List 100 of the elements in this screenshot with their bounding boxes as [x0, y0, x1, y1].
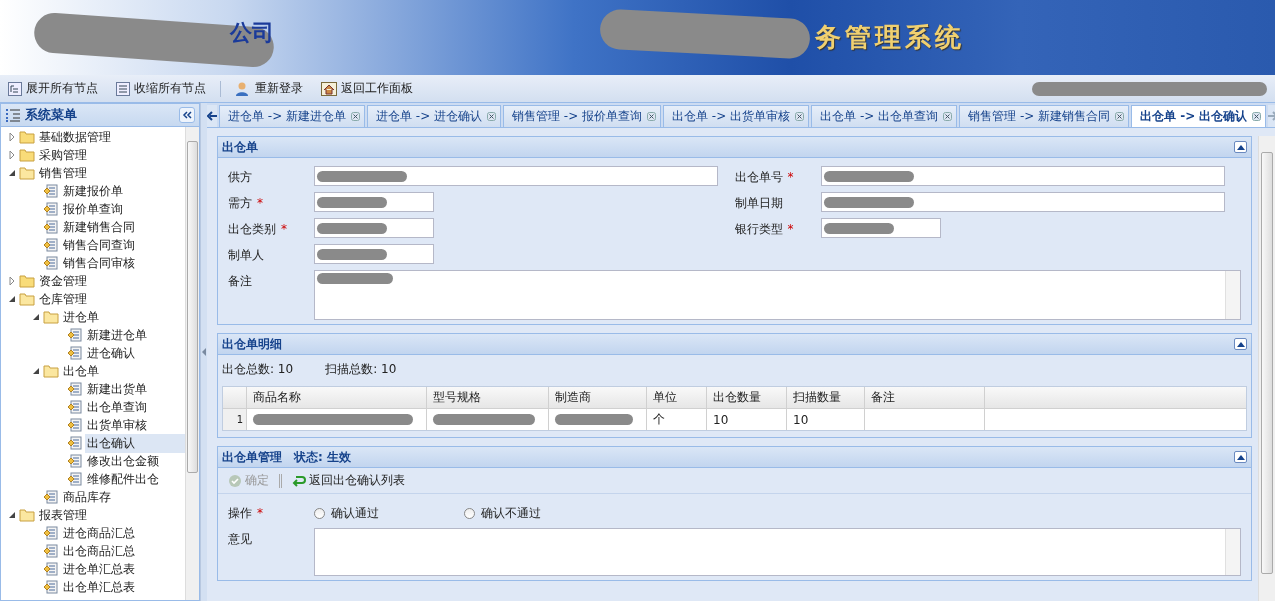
tree-item[interactable]: 销售合同审核	[61, 253, 185, 273]
expanded-arrow-icon[interactable]	[31, 313, 41, 321]
open-folder-icon	[43, 364, 59, 378]
document-icon	[43, 255, 59, 271]
tree-item[interactable]: 进仓确认	[85, 343, 185, 363]
folder-icon	[19, 148, 35, 162]
column-header[interactable]: 出仓数量	[707, 387, 787, 408]
tree-item[interactable]: 基础数据管理	[37, 127, 185, 147]
collapsed-arrow-icon[interactable]	[7, 133, 17, 141]
tree-item[interactable]: 进仓商品汇总	[61, 523, 185, 543]
collapsed-arrow-icon[interactable]	[7, 151, 17, 159]
radio-option[interactable]: 确认通过	[314, 502, 464, 522]
tree-item[interactable]: 采购管理	[37, 145, 185, 165]
toolbar-button[interactable]: 返回出仓确认列表	[292, 472, 405, 489]
close-icon[interactable]	[487, 112, 497, 121]
tree-item[interactable]: 新建出货单	[85, 379, 185, 399]
collapsed-arrow-icon[interactable]	[7, 277, 17, 285]
column-header[interactable]: 制造商	[549, 387, 647, 408]
home-icon	[321, 81, 337, 96]
input-field[interactable]	[314, 244, 434, 264]
scrollbar[interactable]	[1225, 271, 1240, 319]
scroll-left-button[interactable]	[207, 105, 217, 127]
tree-item[interactable]: 出仓单	[61, 361, 185, 381]
tree-item[interactable]: 报表管理	[37, 505, 185, 525]
toolbar-button[interactable]: 展开所有节点	[8, 80, 98, 97]
tree-item[interactable]: 进仓单汇总表	[61, 559, 185, 579]
tree-item[interactable]: 修改出仓金额	[85, 451, 185, 471]
tree-item[interactable]: 新建进仓单	[85, 325, 185, 345]
input-field[interactable]	[820, 218, 941, 238]
text-area[interactable]	[314, 270, 1241, 320]
column-header[interactable]: 型号规格	[427, 387, 549, 408]
document-icon	[67, 399, 83, 415]
tree-item[interactable]: 仓库管理	[37, 289, 185, 309]
scrollbar[interactable]	[185, 127, 199, 600]
required-mark: *	[787, 222, 794, 236]
tree-item[interactable]: 进仓单	[61, 307, 185, 327]
column-header[interactable]: 商品名称	[247, 387, 427, 408]
panel-title: 出仓单明细	[222, 335, 282, 353]
expanded-arrow-icon[interactable]	[7, 295, 17, 303]
tab[interactable]: 进仓单 -> 进仓确认	[367, 105, 502, 127]
close-icon[interactable]	[1252, 112, 1262, 121]
folder-icon	[19, 274, 35, 288]
tree-item[interactable]: 新建报价单	[61, 181, 185, 201]
tree-item[interactable]: 出仓单汇总表	[61, 577, 185, 597]
collapse-button[interactable]	[1234, 141, 1247, 153]
required-mark: *	[257, 196, 263, 210]
tree-item[interactable]: 维修配件出仓	[85, 469, 185, 489]
input-field[interactable]	[314, 192, 434, 212]
arrow-left-icon	[202, 348, 206, 356]
collapse-button[interactable]	[179, 107, 195, 123]
column-header[interactable]: 单位	[647, 387, 707, 408]
expanded-arrow-icon[interactable]	[31, 367, 41, 375]
tree-item[interactable]: 报价单查询	[61, 199, 185, 219]
document-icon	[43, 201, 59, 217]
close-icon[interactable]	[1115, 112, 1125, 121]
input-field[interactable]	[820, 192, 1225, 212]
tab[interactable]: 销售管理 -> 新建销售合同	[959, 105, 1130, 127]
tree-item[interactable]: 商品库存	[61, 487, 185, 507]
radio-option[interactable]: 确认不通过	[464, 502, 614, 522]
document-icon	[67, 327, 83, 343]
field-label: 出仓单号	[734, 170, 783, 184]
collapse-button[interactable]	[1234, 451, 1247, 463]
close-icon[interactable]	[795, 112, 805, 121]
table-cell: 10	[707, 409, 787, 430]
column-header[interactable]: 扫描数量	[787, 387, 865, 408]
chevron-up-icon	[1236, 144, 1245, 150]
panel-title: 出仓单	[222, 138, 258, 156]
expanded-arrow-icon[interactable]	[7, 511, 17, 519]
tree-item[interactable]: 出仓单查询	[85, 397, 185, 417]
collapse-button[interactable]	[1234, 338, 1247, 350]
toolbar-button[interactable]: 重新登录	[235, 80, 303, 97]
tree-item[interactable]: 出仓确认	[85, 433, 185, 453]
toolbar-button[interactable]: 返回工作面板	[321, 80, 413, 97]
tree-item[interactable]: 出货单审核	[85, 415, 185, 435]
document-icon	[43, 489, 59, 505]
tab[interactable]: 进仓单 -> 新建进仓单	[219, 105, 365, 127]
close-icon[interactable]	[943, 112, 953, 121]
tree-item[interactable]: 销售合同查询	[61, 235, 185, 255]
tree-item[interactable]: 销售管理	[37, 163, 185, 183]
summary-text: 出仓总数: 10	[222, 361, 294, 378]
input-field[interactable]	[314, 166, 718, 186]
close-icon[interactable]	[351, 112, 360, 121]
scrollbar[interactable]	[1225, 529, 1240, 575]
tab[interactable]: 出仓单 -> 出仓单查询	[811, 105, 958, 127]
column-header[interactable]: 备注	[865, 387, 985, 408]
text-area[interactable]	[314, 528, 1241, 576]
company-name: 公司	[230, 19, 274, 47]
close-icon[interactable]	[647, 112, 657, 121]
tab[interactable]: 出仓单 -> 出仓确认	[1131, 105, 1267, 127]
scrollbar[interactable]	[1258, 136, 1275, 601]
tab[interactable]: 出仓单 -> 出货单审核	[663, 105, 810, 127]
scroll-right-button[interactable]	[1268, 105, 1275, 127]
input-field[interactable]	[314, 218, 434, 238]
input-field[interactable]	[820, 166, 1225, 186]
tab[interactable]: 销售管理 -> 报价单查询	[503, 105, 662, 127]
tree-item[interactable]: 资金管理	[37, 271, 185, 291]
expanded-arrow-icon[interactable]	[7, 169, 17, 177]
tree-item[interactable]: 新建销售合同	[61, 217, 185, 237]
tree-item[interactable]: 出仓商品汇总	[61, 541, 185, 561]
toolbar-button[interactable]: 收缩所有节点	[116, 80, 206, 97]
